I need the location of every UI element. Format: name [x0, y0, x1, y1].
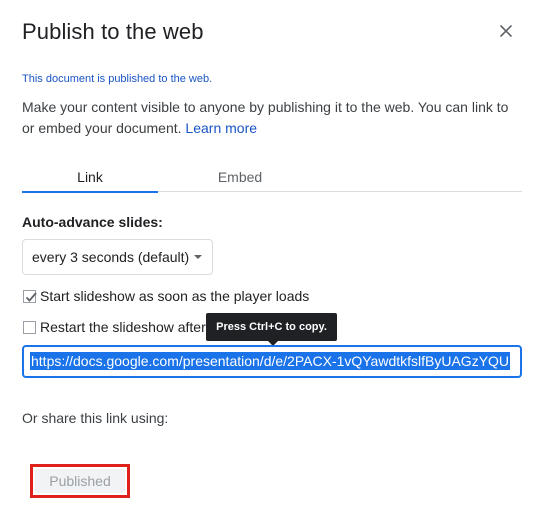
auto-advance-select[interactable]: every 3 seconds (default) [22, 239, 213, 275]
publish-description: Make your content visible to anyone by p… [22, 97, 522, 139]
learn-more-link[interactable]: Learn more [185, 120, 257, 136]
close-icon[interactable] [496, 21, 516, 41]
publish-tabs: Link Embed [22, 165, 522, 193]
publish-url-field[interactable]: https://docs.google.com/presentation/d/e… [22, 345, 522, 378]
restart-slideshow-label: Restart the slideshow after [40, 319, 206, 335]
tab-link[interactable]: Link [22, 165, 158, 193]
chevron-down-icon [194, 255, 202, 259]
restart-slideshow-checkbox[interactable] [23, 321, 36, 334]
share-link-label: Or share this link using: [22, 410, 169, 426]
checkmark-icon [25, 292, 37, 302]
start-slideshow-label: Start slideshow as soon as the player lo… [40, 288, 310, 304]
description-text: Make your content visible to anyone by p… [22, 99, 509, 136]
publish-status: This document is published to the web. [22, 73, 213, 85]
dialog-title: Publish to the web [22, 19, 204, 44]
published-button[interactable]: Published [35, 469, 125, 493]
auto-advance-label: Auto-advance slides: [22, 214, 163, 230]
tab-embed[interactable]: Embed [172, 165, 308, 192]
copy-tooltip: Press Ctrl+C to copy. [206, 313, 337, 346]
publish-url-text: https://docs.google.com/presentation/d/e… [30, 352, 511, 370]
auto-advance-value: every 3 seconds (default) [32, 249, 190, 265]
start-slideshow-checkbox[interactable] [23, 290, 37, 303]
publish-dialog: Publish to the web This document is publ… [0, 0, 543, 517]
published-highlight: Published [30, 464, 130, 498]
